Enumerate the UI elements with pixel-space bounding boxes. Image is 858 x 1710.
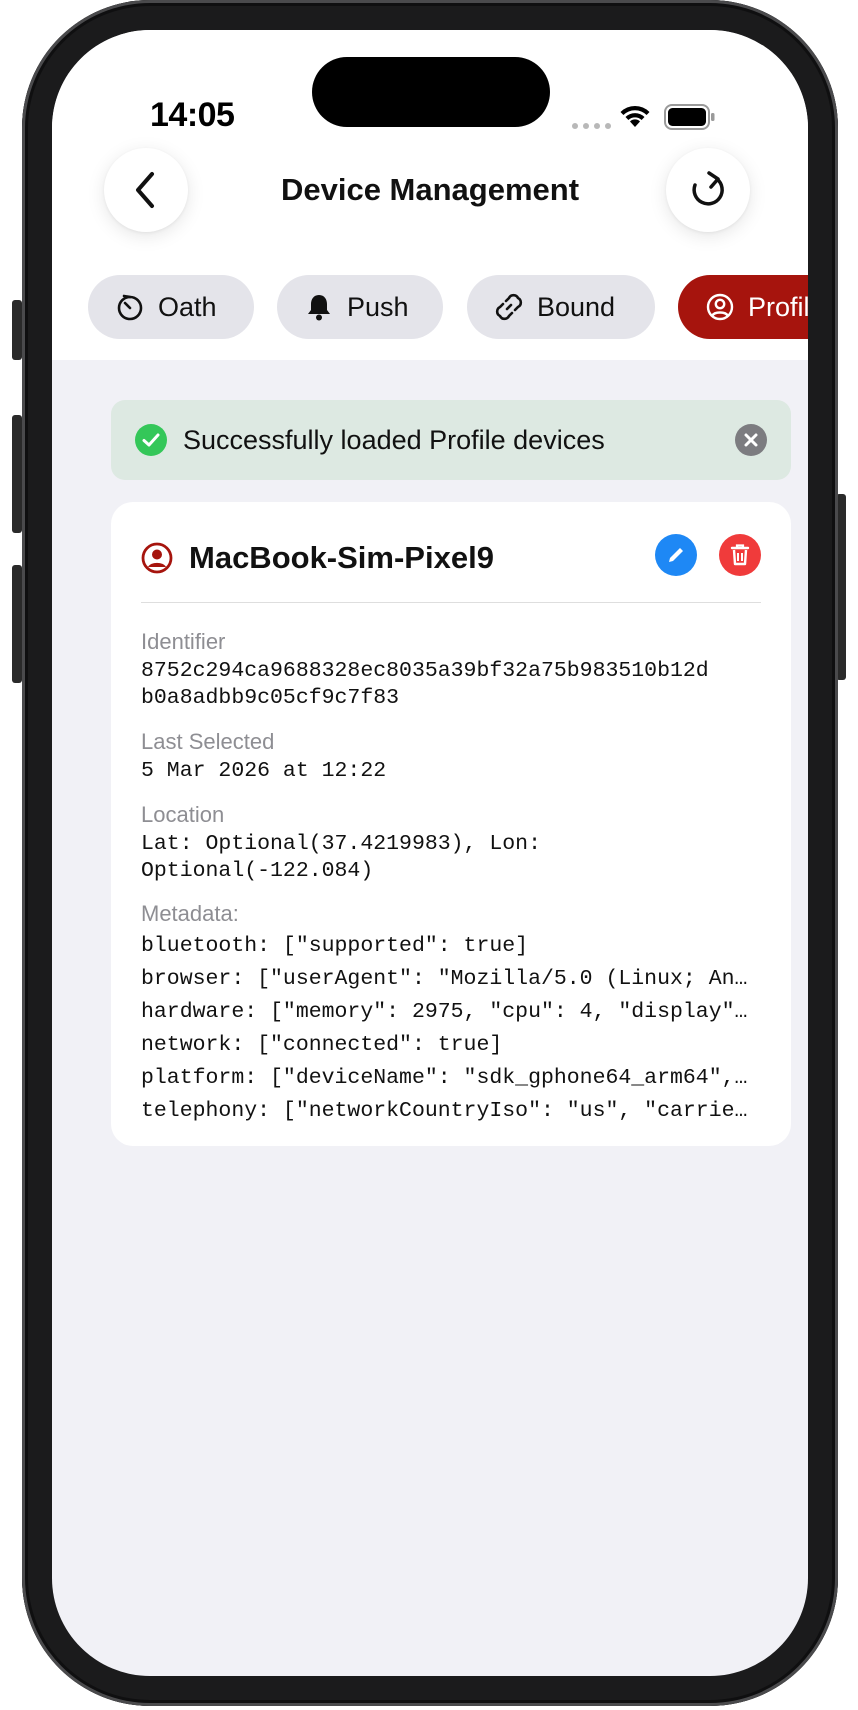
identifier-label: Identifier <box>141 629 226 654</box>
volume-up-button <box>12 415 22 533</box>
metadata-line-hardware: hardware: ["memory": 2975, "cpu": 4, "di… <box>141 1000 757 1024</box>
screen: 14:05 Device Management Oath Push Bound … <box>52 30 808 1676</box>
trash-icon <box>730 544 750 566</box>
device-card: MacBook-Sim-Pixel9 Identifier 8752c294ca… <box>111 502 791 1146</box>
metadata-line-platform: platform: ["deviceName": "sdk_gphone64_a… <box>141 1066 757 1090</box>
link-icon <box>495 293 523 321</box>
tab-bound[interactable]: Bound <box>467 275 655 339</box>
tab-bound-label: Bound <box>537 291 616 322</box>
phone-frame: 14:05 Device Management Oath Push Bound … <box>22 0 838 1706</box>
card-divider <box>141 602 761 603</box>
delete-device-button[interactable] <box>719 534 761 576</box>
device-card-header: MacBook-Sim-Pixel9 <box>141 534 761 580</box>
metadata-label: Metadata: <box>141 901 239 926</box>
battery-icon <box>664 104 715 130</box>
close-banner-icon[interactable] <box>735 424 767 456</box>
user-circle-icon <box>706 293 734 321</box>
wifi-icon <box>620 105 650 127</box>
metadata-line-browser: browser: ["userAgent": "Mozilla/5.0 (Lin… <box>141 967 757 991</box>
volume-down-button <box>12 565 22 683</box>
metadata-line-bluetooth: bluetooth: ["supported": true] <box>141 934 529 958</box>
metadata-line-network: network: ["connected": true] <box>141 1033 503 1057</box>
cellular-signal-icon <box>572 123 612 129</box>
banner-message: Successfully loaded Profile devices <box>183 424 605 455</box>
status-time: 14:05 <box>150 96 235 134</box>
refresh-button[interactable] <box>666 148 750 232</box>
edit-device-button[interactable] <box>655 534 697 576</box>
location-value: Lat: Optional(37.4219983), Lon: Optional… <box>141 832 541 883</box>
action-button <box>12 300 22 360</box>
pencil-icon <box>669 548 683 562</box>
tab-oath[interactable]: Oath <box>88 275 254 339</box>
success-banner: Successfully loaded Profile devices <box>111 400 791 480</box>
tab-push-label: Push <box>347 291 409 322</box>
last-selected-value: 5 Mar 2026 at 12:22 <box>141 759 387 783</box>
timer-icon <box>116 293 144 321</box>
identifier-value: 8752c294ca9688328ec8035a39bf32a75b983510… <box>141 659 709 710</box>
refresh-icon <box>692 171 724 206</box>
tab-profile[interactable]: Profile <box>678 275 808 339</box>
tab-push[interactable]: Push <box>277 275 443 339</box>
tab-profile-label: Profile <box>748 291 808 322</box>
device-type-tabs: Oath Push Bound Profil <box>52 275 808 339</box>
metadata-line-telephony: telephony: ["networkCountryIso": "us", "… <box>141 1099 757 1123</box>
profile-device-icon <box>141 542 173 574</box>
location-label: Location <box>141 802 225 827</box>
device-name: MacBook-Sim-Pixel9 <box>189 540 494 575</box>
bell-icon <box>305 293 333 321</box>
tab-oath-label: Oath <box>158 291 217 322</box>
dynamic-island <box>312 57 550 127</box>
last-selected-label: Last Selected <box>141 729 275 754</box>
checkmark-circle-icon <box>135 424 167 456</box>
